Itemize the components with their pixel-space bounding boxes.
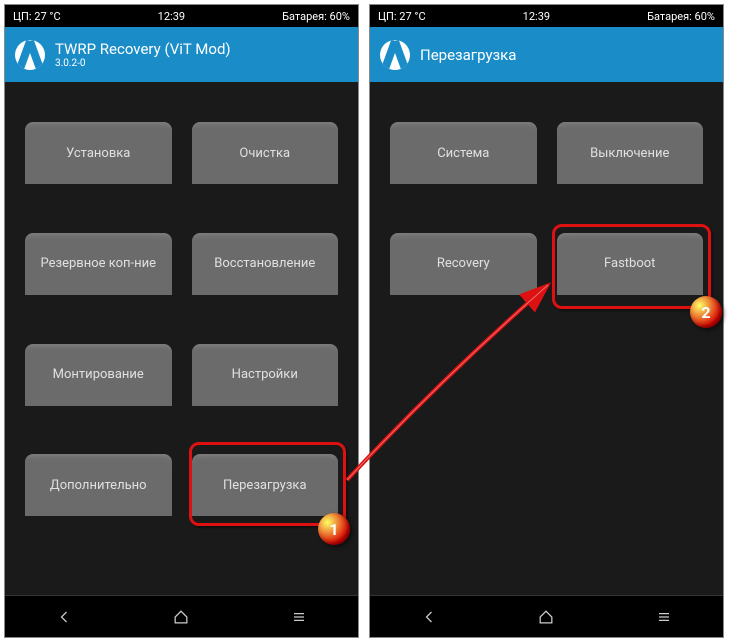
home-icon[interactable]	[171, 607, 191, 627]
step-badge-2: 2	[690, 296, 722, 328]
statusbar-left: ЦП: 27 °C 12:39 Батарея: 60%	[5, 5, 358, 27]
clock: 12:39	[523, 10, 550, 23]
navbar-right	[370, 595, 723, 637]
app-title: TWRP Recovery (ViT Mod)	[55, 40, 231, 58]
backup-button[interactable]: Резервное коп-ние	[25, 233, 172, 295]
statusbar-right: ЦП: 27 °C 12:39 Батарея: 60%	[370, 5, 723, 27]
battery: Батарея: 60%	[647, 10, 715, 23]
menu-icon[interactable]	[289, 607, 309, 627]
phone-left: ЦП: 27 °C 12:39 Батарея: 60% TWRP Recove…	[4, 4, 359, 638]
header-right: Перезагрузка	[370, 27, 723, 82]
header-left: TWRP Recovery (ViT Mod) 3.0.2-0	[5, 27, 358, 82]
battery: Батарея: 60%	[282, 10, 350, 23]
reboot-button[interactable]: Перезагрузка	[192, 454, 339, 516]
poweroff-button[interactable]: Выключение	[557, 122, 704, 184]
restore-button[interactable]: Восстановление	[192, 233, 339, 295]
main-menu-grid: Установка Очистка Резервное коп-ние Восс…	[5, 82, 358, 595]
cpu-temp: ЦП: 27 °C	[378, 10, 426, 23]
recovery-button[interactable]: Recovery	[390, 233, 537, 295]
step-badge-1: 1	[318, 513, 350, 545]
reboot-menu-grid: Система Выключение Recovery Fastboot	[370, 82, 723, 595]
back-icon[interactable]	[419, 607, 439, 627]
menu-icon[interactable]	[654, 607, 674, 627]
clock: 12:39	[158, 10, 185, 23]
settings-button[interactable]: Настройки	[192, 344, 339, 406]
phone-right: ЦП: 27 °C 12:39 Батарея: 60% Перезагрузк…	[369, 4, 724, 638]
header-text: Перезагрузка	[420, 46, 516, 64]
back-icon[interactable]	[54, 607, 74, 627]
mount-button[interactable]: Монтирование	[25, 344, 172, 406]
advanced-button[interactable]: Дополнительно	[25, 454, 172, 516]
twrp-logo-icon	[15, 40, 45, 70]
twrp-logo-icon	[380, 40, 410, 70]
install-button[interactable]: Установка	[25, 122, 172, 184]
fastboot-button[interactable]: Fastboot	[557, 233, 704, 295]
home-icon[interactable]	[536, 607, 556, 627]
system-button[interactable]: Система	[390, 122, 537, 184]
navbar-left	[5, 595, 358, 637]
screen-title: Перезагрузка	[420, 46, 516, 64]
header-text: TWRP Recovery (ViT Mod) 3.0.2-0	[55, 40, 231, 69]
cpu-temp: ЦП: 27 °C	[13, 10, 61, 23]
wipe-button[interactable]: Очистка	[192, 122, 339, 184]
tutorial-composite: ЦП: 27 °C 12:39 Батарея: 60% TWRP Recove…	[0, 0, 731, 642]
app-version: 3.0.2-0	[55, 58, 231, 69]
